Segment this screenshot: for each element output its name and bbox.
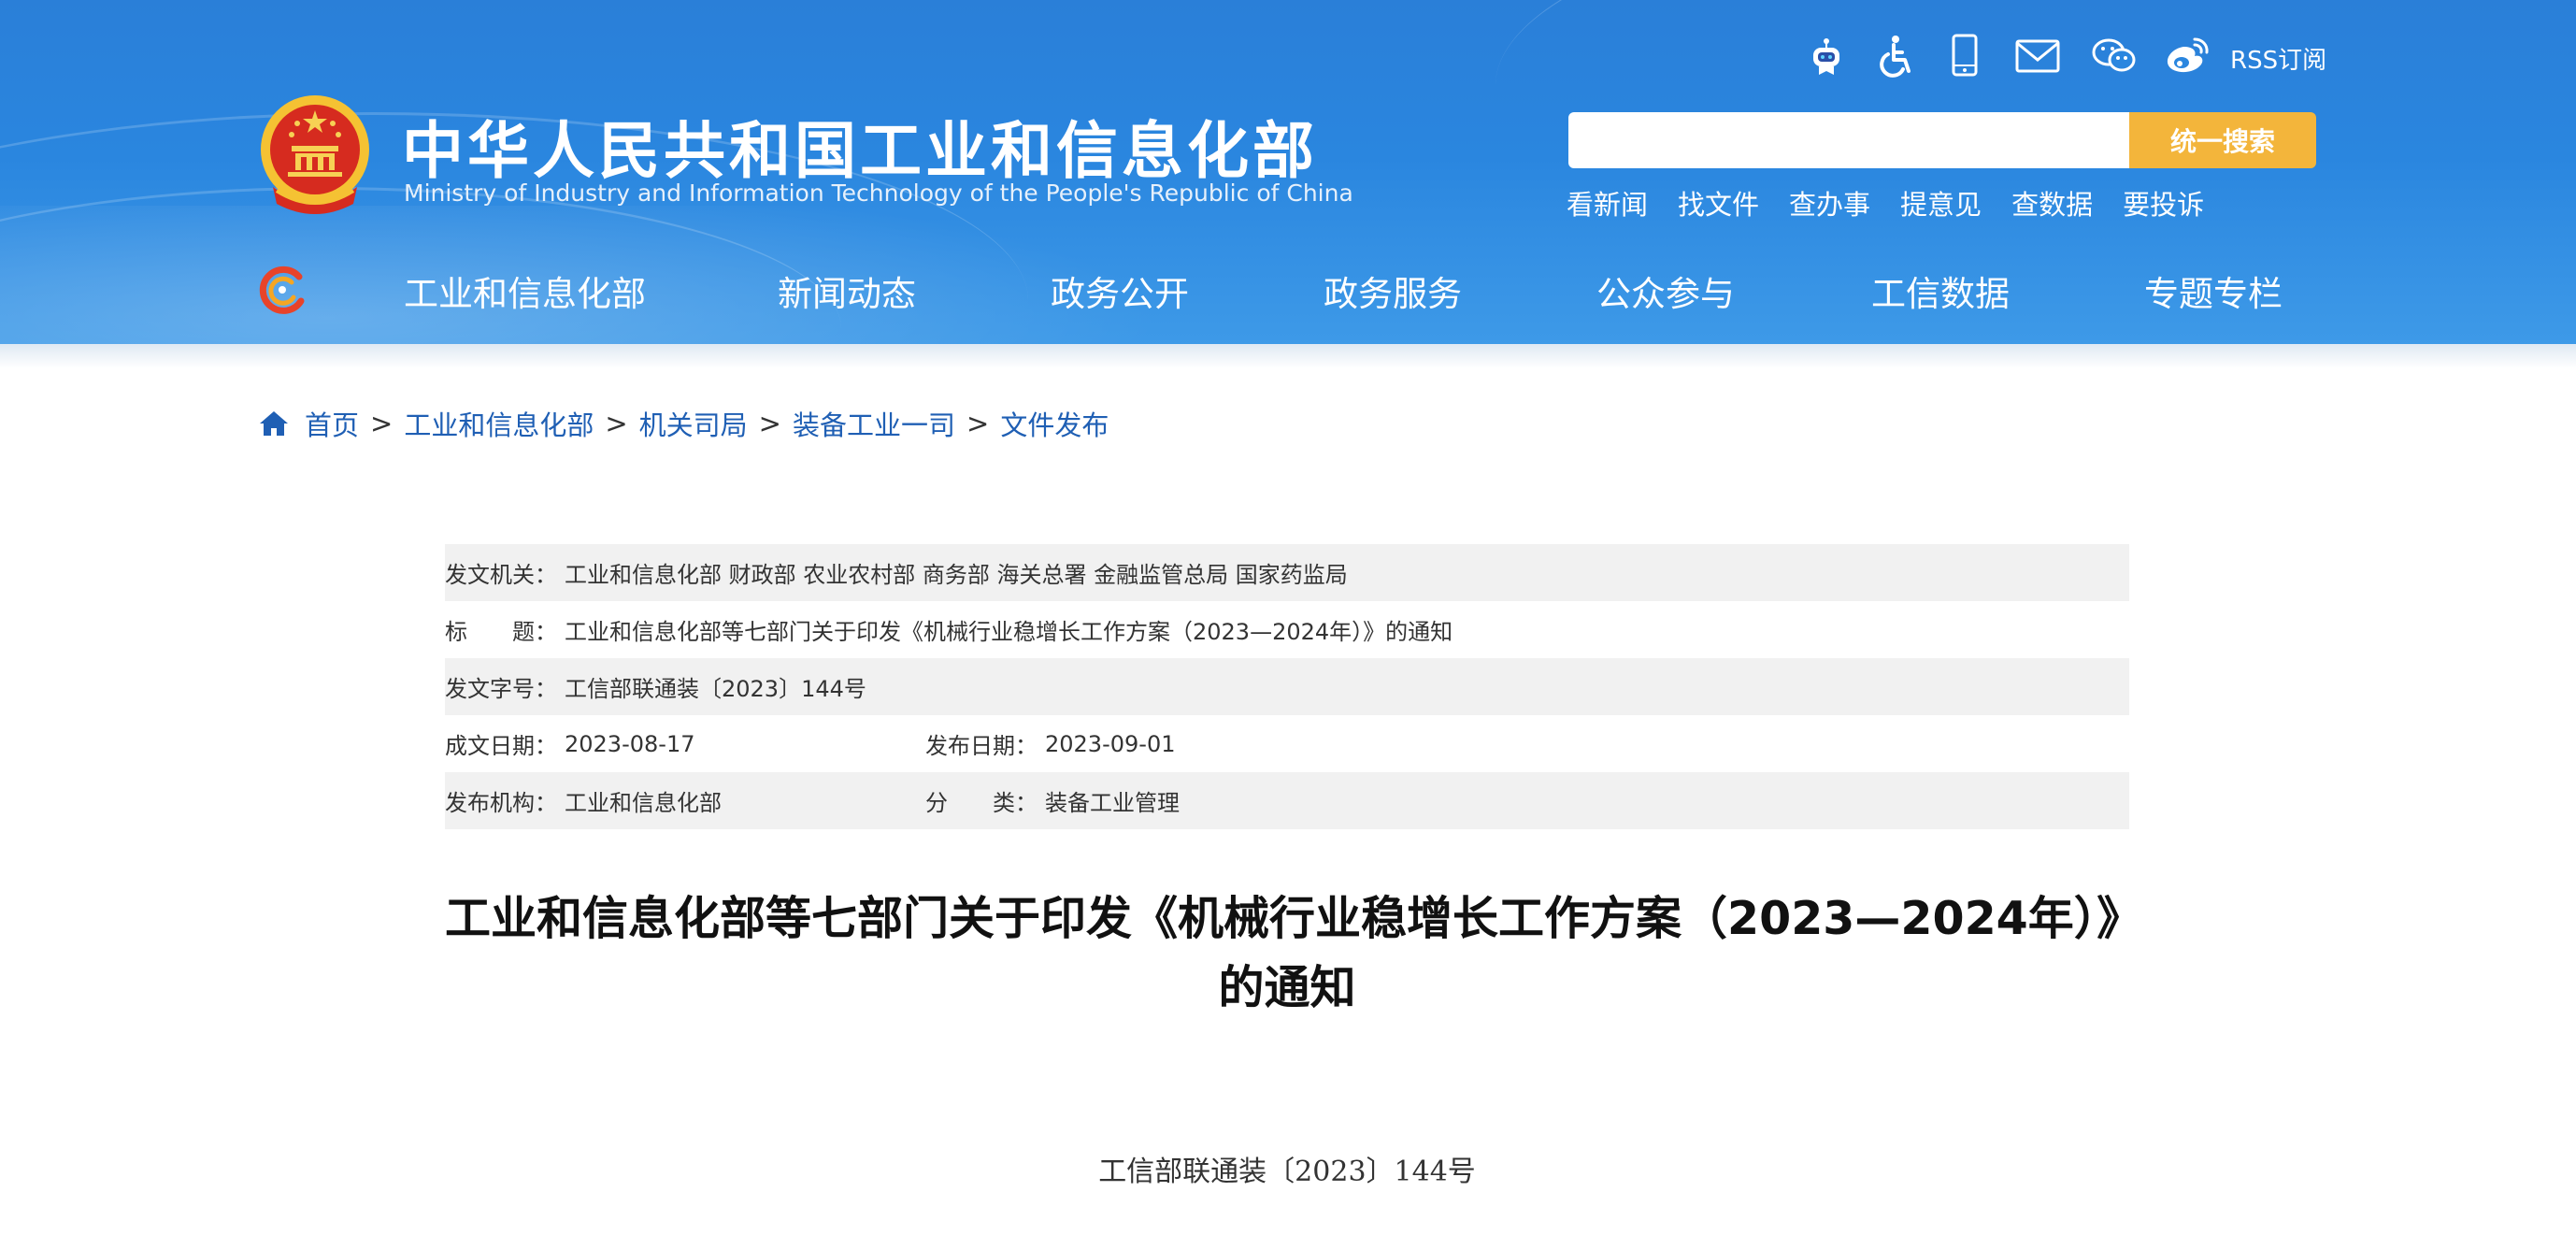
- home-icon[interactable]: [258, 409, 290, 438]
- issuer-label: 发文机关：: [445, 562, 557, 588]
- search-input[interactable]: [1568, 112, 2129, 168]
- site-title: 中华人民共和国工业和信息化部: [402, 115, 1318, 187]
- document-title-line2: 的通知: [1218, 961, 1356, 1014]
- nav-item-government-affairs[interactable]: 政务公开: [1051, 266, 1189, 316]
- mail-icon[interactable]: [2013, 32, 2062, 80]
- wechat-icon[interactable]: [2090, 32, 2139, 80]
- nav-item-news[interactable]: 新闻动态: [778, 266, 916, 316]
- nav-item-special-topics[interactable]: 专题专栏: [2144, 266, 2283, 316]
- document-number: 工信部联通装〔2023〕144号: [1098, 1156, 1476, 1188]
- site-header: 中华人民共和国工业和信息化部 Ministry of Industry and …: [0, 0, 2576, 348]
- nav-item-public-participation[interactable]: 公众参与: [1596, 266, 1735, 316]
- weibo-icon[interactable]: [2163, 32, 2211, 80]
- document-title-line1: 工业和信息化部等七部门关于印发《机械行业稳增长工作方案（2023—2024年）》: [445, 892, 2143, 945]
- nav-item-ministry[interactable]: 工业和信息化部: [404, 266, 646, 316]
- org-cell: 发布机构： 工业和信息化部: [445, 784, 925, 817]
- breadcrumb-home[interactable]: 首页: [305, 404, 359, 443]
- nav-item-data[interactable]: 工信数据: [1871, 266, 2010, 316]
- doc-number-label: 发文字号：: [445, 676, 557, 702]
- ministry-logo-icon[interactable]: [256, 264, 308, 316]
- created-date-value: 2023-08-17: [565, 730, 695, 757]
- quick-link-data[interactable]: 查数据: [2011, 183, 2093, 223]
- issuer-value: 工业和信息化部 财政部 农业农村部 商务部 海关总署 金融监管总局 国家药监局: [565, 562, 1348, 588]
- site-subtitle: Ministry of Industry and Information Tec…: [404, 179, 1353, 207]
- document-info-table: 发文机关： 工业和信息化部 财政部 农业农村部 商务部 海关总署 金融监管总局 …: [445, 544, 2129, 829]
- quick-links: 看新闻 找文件 查办事 提意见 查数据 要投诉: [1567, 183, 2204, 223]
- breadcrumb-separator: >: [758, 408, 781, 439]
- info-row-org-category: 发布机构： 工业和信息化部 分 类： 装备工业管理: [445, 772, 2129, 829]
- ai-assistant-icon[interactable]: [1802, 32, 1851, 80]
- breadcrumb-ministry[interactable]: 工业和信息化部: [404, 404, 594, 443]
- org-value: 工业和信息化部: [565, 790, 722, 816]
- info-row-issuer: 发文机关： 工业和信息化部 财政部 农业农村部 商务部 海关总署 金融监管总局 …: [445, 544, 2129, 601]
- created-date-label: 成文日期：: [445, 733, 557, 759]
- quick-link-news[interactable]: 看新闻: [1567, 183, 1648, 223]
- national-emblem-icon: [261, 95, 369, 214]
- breadcrumb: 首页 > 工业和信息化部 > 机关司局 > 装备工业一司 > 文件发布: [258, 404, 1109, 443]
- org-label: 发布机构：: [445, 790, 557, 816]
- published-date-cell: 发布日期： 2023-09-01: [925, 727, 1175, 760]
- category-cell: 分 类： 装备工业管理: [925, 784, 1180, 817]
- breadcrumb-equipment-dept[interactable]: 装备工业一司: [793, 404, 955, 443]
- header-shadow: [0, 344, 2576, 368]
- breadcrumb-separator: >: [605, 408, 628, 439]
- search-button[interactable]: 统一搜索: [2129, 112, 2316, 168]
- rss-link[interactable]: RSS订阅: [2230, 41, 2326, 76]
- created-date-cell: 成文日期： 2023-08-17: [445, 727, 925, 760]
- title-label: 标 题：: [445, 619, 557, 645]
- doc-number-value: 工信部联通装〔2023〕144号: [565, 676, 866, 702]
- info-row-title: 标 题： 工业和信息化部等七部门关于印发《机械行业稳增长工作方案（2023—20…: [445, 601, 2129, 658]
- quick-link-suggestions[interactable]: 提意见: [1900, 183, 1982, 223]
- breadcrumb-separator: >: [966, 408, 990, 439]
- category-label: 分 类：: [925, 790, 1038, 816]
- breadcrumb-departments[interactable]: 机关司局: [639, 404, 748, 443]
- category-value: 装备工业管理: [1045, 790, 1180, 816]
- published-date-label: 发布日期：: [925, 733, 1038, 759]
- nav-item-government-services[interactable]: 政务服务: [1324, 266, 1462, 316]
- quick-link-services[interactable]: 查办事: [1789, 183, 1870, 223]
- info-row-doc-number: 发文字号： 工信部联通装〔2023〕144号: [445, 658, 2129, 715]
- breadcrumb-file-release[interactable]: 文件发布: [1000, 404, 1109, 443]
- breadcrumb-separator: >: [370, 408, 394, 439]
- published-date-value: 2023-09-01: [1045, 730, 1176, 757]
- quick-link-complaints[interactable]: 要投诉: [2123, 183, 2204, 223]
- accessibility-icon[interactable]: [1873, 32, 1922, 80]
- document-title: 工业和信息化部等七部门关于印发《机械行业稳增长工作方案（2023—2024年）》…: [445, 884, 2143, 1023]
- info-row-dates: 成文日期： 2023-08-17 发布日期： 2023-09-01: [445, 715, 2129, 772]
- quick-link-documents[interactable]: 找文件: [1678, 183, 1759, 223]
- mobile-icon[interactable]: [1940, 32, 1989, 80]
- title-value: 工业和信息化部等七部门关于印发《机械行业稳增长工作方案（2023—2024年）》…: [565, 619, 1453, 645]
